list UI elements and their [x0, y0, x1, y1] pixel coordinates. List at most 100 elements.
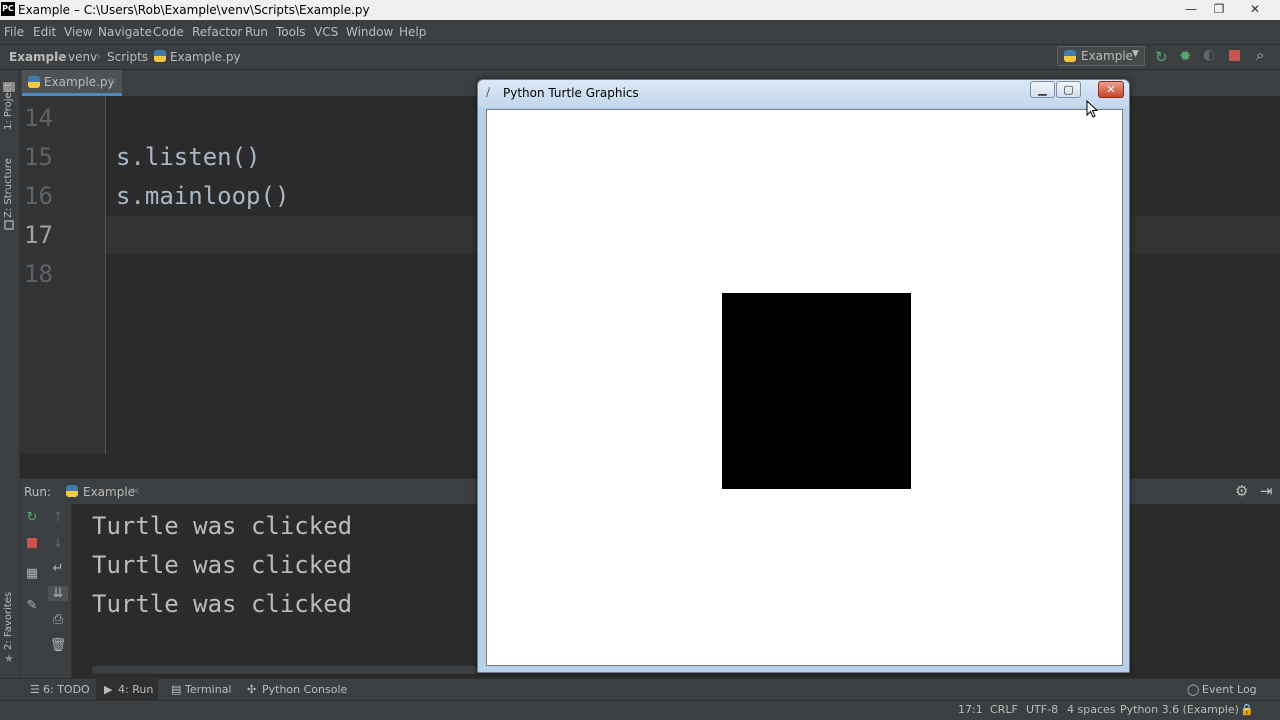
- close-tab-icon[interactable]: ×: [108, 74, 117, 87]
- window-title-bar: PC Example – C:\Users\Rob\Example\venv\S…: [0, 0, 1280, 20]
- project-tool-tab[interactable]: 1: Project: [3, 83, 14, 130]
- turtle-graphics-window: ∕ Python Turtle Graphics ▁ ▢ ✕: [477, 79, 1130, 673]
- layout-icon[interactable]: ▦: [22, 566, 42, 581]
- chevron-right-icon: ›: [143, 49, 148, 63]
- line-number: 18: [24, 260, 53, 288]
- event-log-button[interactable]: Event Log: [1202, 683, 1257, 696]
- chevron-right-icon: ›: [96, 49, 101, 63]
- menu-view[interactable]: View: [64, 25, 92, 39]
- arrow-up-icon[interactable]: ↑: [48, 510, 68, 525]
- menu-run[interactable]: Run: [245, 25, 268, 39]
- todo-icon: ☰: [30, 683, 40, 696]
- soft-wrap-icon[interactable]: ↵: [48, 561, 68, 576]
- menu-navigate[interactable]: Navigate: [98, 25, 152, 39]
- menu-window[interactable]: Window: [346, 25, 393, 39]
- code-line[interactable]: s.mainloop(): [116, 182, 289, 210]
- console-output-line: Turtle was clicked: [92, 512, 353, 540]
- menu-code[interactable]: Code: [153, 25, 184, 39]
- turtle-window-title-bar[interactable]: ∕ Python Turtle Graphics ▁ ▢ ✕: [478, 80, 1129, 107]
- code-line[interactable]: s.listen(): [116, 143, 261, 171]
- rerun-icon[interactable]: ↻: [22, 510, 42, 525]
- python-icon: [1064, 50, 1076, 62]
- line-separator[interactable]: CRLF: [990, 703, 1018, 716]
- menu-tools[interactable]: Tools: [276, 25, 306, 39]
- arrow-down-icon[interactable]: ↓: [48, 536, 68, 551]
- close-button[interactable]: ✕: [1244, 1, 1266, 17]
- coverage-icon[interactable]: ◐: [1203, 47, 1215, 63]
- favorites-tool-tab[interactable]: 2: Favorites: [3, 592, 14, 650]
- stop-icon[interactable]: [27, 538, 37, 548]
- breadcrumb-venv[interactable]: venv: [68, 50, 97, 64]
- turtle-minimize-button[interactable]: ▁: [1030, 81, 1055, 98]
- run-toolbar-secondary: ↑ ↓ ↵ ⇊ ⎙ 🗑: [44, 504, 72, 678]
- menu-bar: File Edit View Navigate Code Refactor Ru…: [0, 20, 1280, 44]
- print-icon[interactable]: ⎙: [48, 612, 68, 627]
- python-console-icon: ✣: [247, 683, 257, 696]
- rerun-icon[interactable]: ↻: [1155, 48, 1168, 66]
- console-output-line: Turtle was clicked: [92, 551, 353, 579]
- turtle-square-shape[interactable]: [722, 293, 911, 489]
- tool-tab-todo[interactable]: 6: TODO: [43, 683, 90, 696]
- python-interpreter[interactable]: Python 3.6 (Example): [1120, 703, 1239, 716]
- indent-setting[interactable]: 4 spaces: [1067, 703, 1116, 716]
- run-toolbar-primary: ↻ ▦ ✎: [20, 504, 44, 678]
- pycharm-logo-icon: PC: [1, 2, 15, 16]
- turtle-window-title: Python Turtle Graphics: [503, 86, 639, 100]
- pin-icon[interactable]: ✎: [22, 598, 42, 613]
- line-number: 16: [24, 182, 53, 210]
- terminal-icon: ▤: [171, 683, 182, 696]
- structure-tool-tab[interactable]: Z: Structure: [3, 158, 14, 218]
- python-file-icon: [28, 76, 40, 88]
- horizontal-scrollbar[interactable]: [92, 666, 477, 674]
- cursor-position[interactable]: 17:1: [958, 703, 983, 716]
- turtle-close-button[interactable]: ✕: [1098, 81, 1124, 98]
- event-log-icon: ◯: [1187, 683, 1200, 696]
- breadcrumb-scripts[interactable]: Scripts: [107, 50, 148, 64]
- breadcrumb-file[interactable]: Example.py: [170, 50, 241, 64]
- run-config-dropdown[interactable]: Example ▼: [1057, 46, 1145, 66]
- search-icon[interactable]: ⌕: [1256, 46, 1264, 64]
- menu-edit[interactable]: Edit: [33, 25, 56, 39]
- turtle-canvas[interactable]: [486, 109, 1123, 666]
- chevron-right-icon: ›: [57, 49, 62, 63]
- scroll-to-end-icon[interactable]: ⇊: [48, 586, 68, 601]
- file-encoding[interactable]: UTF-8: [1026, 703, 1058, 716]
- lock-icon[interactable]: 🔒: [1240, 703, 1254, 716]
- run-panel-label: Run:: [24, 485, 52, 499]
- trash-icon[interactable]: 🗑: [48, 638, 68, 653]
- bottom-tool-bar: ☰ 6: TODO ▶ 4: Run ▤ Terminal ✣ Python C…: [0, 678, 1280, 701]
- status-bar: 17:1 CRLF UTF-8 4 spaces Python 3.6 (Exa…: [0, 700, 1280, 720]
- window-title: Example – C:\Users\Rob\Example\venv\Scri…: [18, 3, 370, 17]
- tool-tab-run-active[interactable]: ▶ 4: Run: [96, 679, 158, 701]
- python-icon: [66, 485, 78, 497]
- menu-file[interactable]: File: [4, 25, 24, 39]
- line-number-current: 17: [24, 221, 53, 249]
- debug-icon[interactable]: ✹: [1179, 47, 1192, 65]
- close-tab-icon[interactable]: ×: [131, 484, 140, 497]
- editor-tab-label: Example.py: [44, 75, 115, 89]
- python-file-icon: [154, 50, 166, 62]
- menu-vcs[interactable]: VCS: [314, 25, 338, 39]
- tool-tab-python-console[interactable]: Python Console: [262, 683, 347, 696]
- feather-icon: ∕: [486, 85, 491, 99]
- menu-help[interactable]: Help: [399, 25, 426, 39]
- structure-icon: [4, 220, 14, 230]
- left-tool-strip: 1: Project Z: Structure 2: Favorites ★: [0, 70, 20, 678]
- run-tab-label[interactable]: Example: [83, 485, 135, 499]
- restore-button[interactable]: ❐: [1208, 1, 1230, 17]
- menu-refactor[interactable]: Refactor: [192, 25, 242, 39]
- turtle-maximize-button[interactable]: ▢: [1056, 81, 1081, 98]
- gear-icon[interactable]: ⚙: [1235, 482, 1248, 500]
- line-number: 15: [24, 143, 53, 171]
- minimize-button[interactable]: —: [1180, 1, 1202, 17]
- run-config-label: Example: [1081, 49, 1134, 63]
- play-icon: ▶: [104, 683, 113, 696]
- console-output-line: Turtle was clicked: [92, 590, 353, 618]
- mouse-cursor-icon: [1086, 100, 1098, 118]
- hide-panel-icon[interactable]: ⇥: [1260, 482, 1273, 500]
- stop-icon[interactable]: [1229, 50, 1240, 61]
- editor-tab-example-py[interactable]: Example.py ×: [22, 70, 122, 96]
- tool-tab-terminal[interactable]: Terminal: [185, 683, 232, 696]
- tool-tab-run: 4: Run: [118, 683, 154, 696]
- line-number: 14: [24, 104, 53, 132]
